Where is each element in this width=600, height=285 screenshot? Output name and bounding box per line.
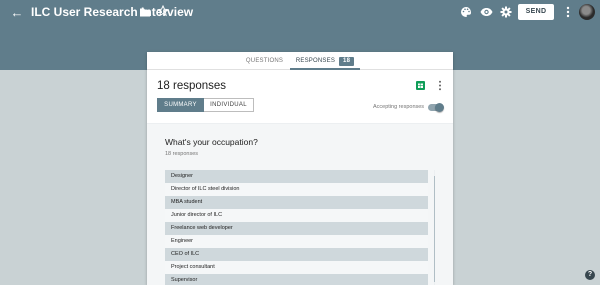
responses-card: QUESTIONS RESPONSES 18 18 responses SUMMA… bbox=[147, 52, 453, 285]
list-item: Freelance web developer bbox=[165, 222, 428, 235]
question-summary: What's your occupation? 18 responses Des… bbox=[147, 123, 453, 285]
answer-list: Designer Director of ILC steel division … bbox=[165, 170, 435, 285]
gear-icon[interactable] bbox=[500, 6, 512, 18]
send-button[interactable]: SEND bbox=[518, 4, 554, 20]
toggle-knob bbox=[435, 102, 444, 112]
question-response-count: 18 responses bbox=[165, 151, 199, 157]
tab-individual[interactable]: INDIVIDUAL bbox=[204, 98, 254, 112]
tab-questions[interactable]: QUESTIONS bbox=[242, 52, 287, 70]
scroll-up-icon[interactable]: ▲ bbox=[434, 170, 436, 175]
responses-heading: 18 responses bbox=[157, 80, 227, 92]
list-item: Junior director of ILC bbox=[165, 209, 428, 222]
scroll-thumb[interactable] bbox=[434, 176, 435, 282]
more-vert-icon[interactable] bbox=[565, 5, 571, 19]
folder-icon[interactable] bbox=[139, 6, 151, 18]
sheets-icon[interactable] bbox=[416, 81, 425, 90]
star-icon[interactable] bbox=[157, 5, 169, 17]
form-tabs: QUESTIONS RESPONSES 18 bbox=[147, 52, 453, 70]
responses-count-badge: 18 bbox=[339, 57, 355, 66]
list-item: Supervisor bbox=[165, 274, 428, 285]
tab-responses-label: RESPONSES bbox=[295, 58, 336, 64]
list-item: Director of ILC steel division bbox=[165, 183, 428, 196]
avatar[interactable] bbox=[579, 4, 595, 20]
help-icon[interactable]: ? bbox=[585, 270, 595, 280]
list-scrollbar[interactable]: ▲ bbox=[434, 170, 435, 285]
palette-icon[interactable] bbox=[460, 6, 472, 18]
eye-icon[interactable] bbox=[480, 6, 493, 18]
list-item: Project consultant bbox=[165, 261, 428, 274]
accepting-responses-toggle[interactable] bbox=[428, 102, 444, 112]
tab-responses[interactable]: RESPONSES 18 bbox=[290, 52, 360, 70]
list-item: Engineer bbox=[165, 235, 428, 248]
list-item: Designer bbox=[165, 170, 428, 183]
accepting-responses-label: Accepting responses bbox=[373, 104, 425, 110]
list-item: CEO of ILC bbox=[165, 248, 428, 261]
back-arrow-icon[interactable]: ← bbox=[10, 6, 24, 20]
question-title: What's your occupation? bbox=[165, 137, 258, 147]
tab-summary[interactable]: SUMMARY bbox=[157, 98, 204, 112]
card-more-vert-icon[interactable] bbox=[438, 80, 442, 91]
list-item: MBA student bbox=[165, 196, 428, 209]
